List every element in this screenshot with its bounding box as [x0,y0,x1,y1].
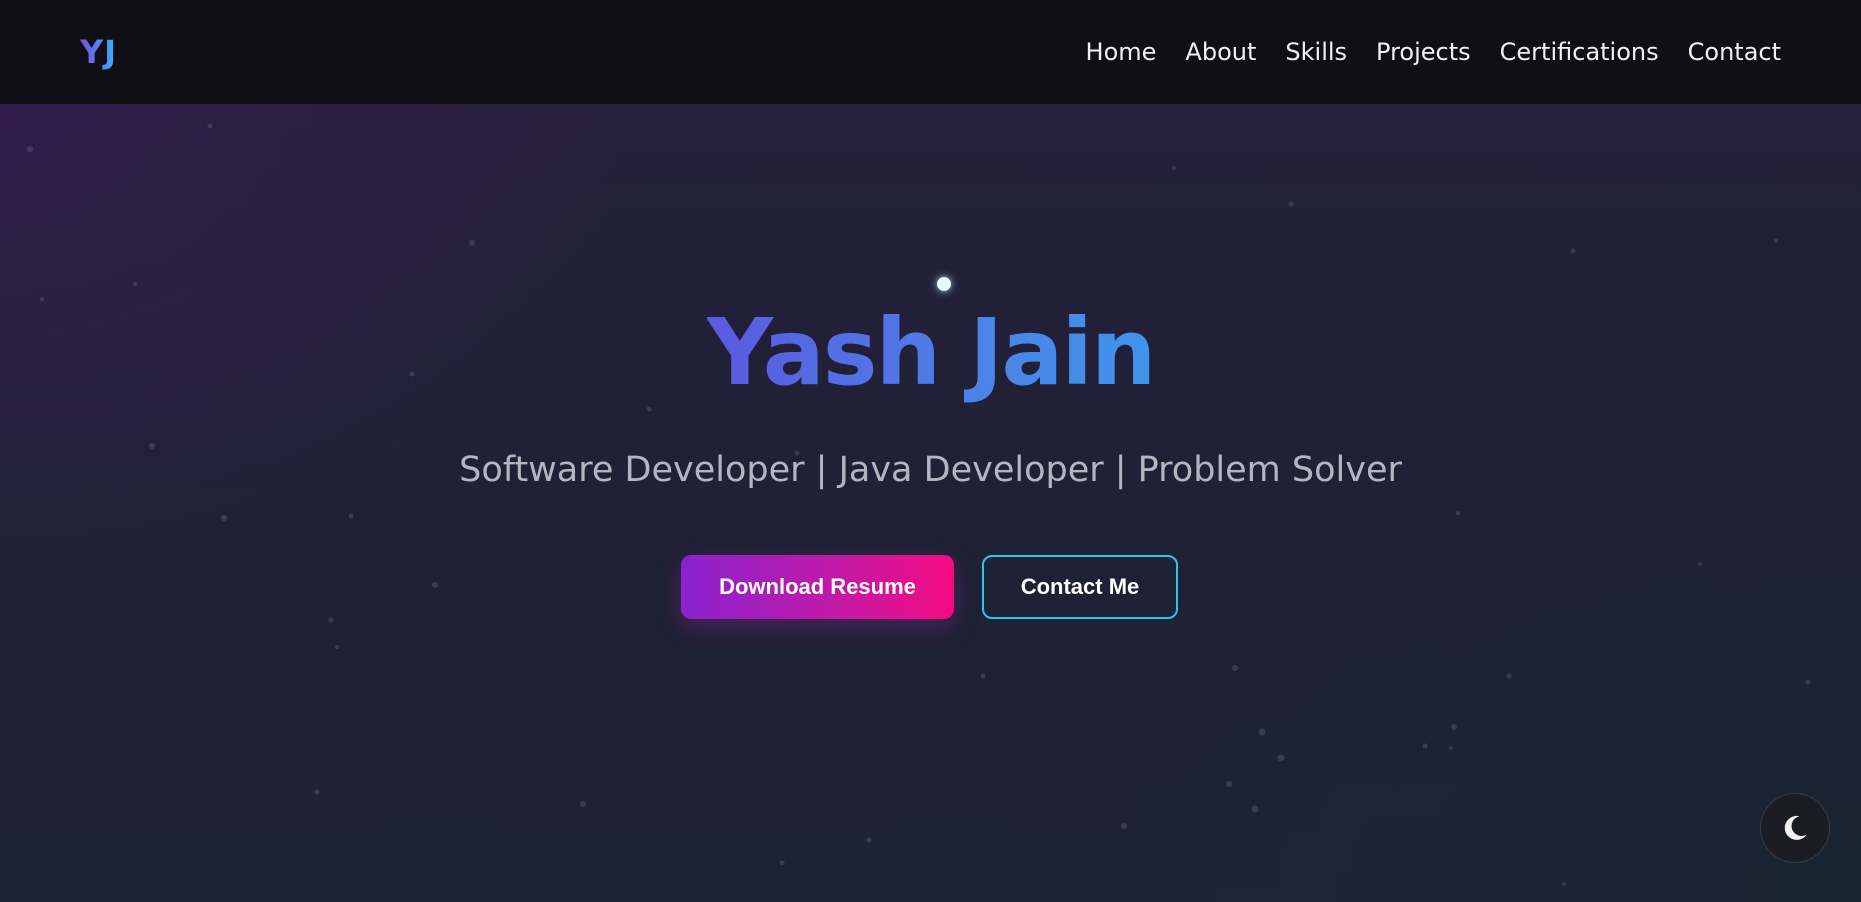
hero-subtitle: Software Developer | Java Developer | Pr… [459,450,1402,490]
theme-toggle-button[interactable] [1760,793,1830,863]
nav-link-projects[interactable]: Projects [1376,38,1471,66]
nav-links: Home About Skills Projects Certification… [1086,38,1781,66]
nav-item-contact: Contact [1688,38,1781,66]
hero-name: Yash Jain [0,299,1861,406]
hero-section: Yash Jain Software Developer | Java Deve… [0,104,1861,902]
nav-link-contact[interactable]: Contact [1688,38,1781,66]
hero-buttons: Download Resume Contact Me [681,555,1178,619]
nav-link-about[interactable]: About [1185,38,1256,66]
nav-item-projects: Projects [1376,38,1471,66]
nav-link-home[interactable]: Home [1086,38,1157,66]
nav-link-skills[interactable]: Skills [1285,38,1347,66]
cursor-dot [937,277,951,291]
site-logo[interactable]: YJ [80,33,117,71]
contact-me-button[interactable]: Contact Me [982,555,1178,619]
nav-item-skills: Skills [1285,38,1347,66]
moon-icon [1784,815,1807,840]
download-resume-button[interactable]: Download Resume [681,555,954,619]
nav-link-certifications[interactable]: Certifications [1500,38,1659,66]
nav-item-home: Home [1086,38,1157,66]
hero-name-text: Yash Jain [706,299,1157,406]
nav-item-certifications: Certifications [1500,38,1659,66]
nav-item-about: About [1185,38,1256,66]
star-field-decoration [27,123,1811,886]
navbar: YJ Home About Skills Projects Certificat… [0,0,1861,104]
